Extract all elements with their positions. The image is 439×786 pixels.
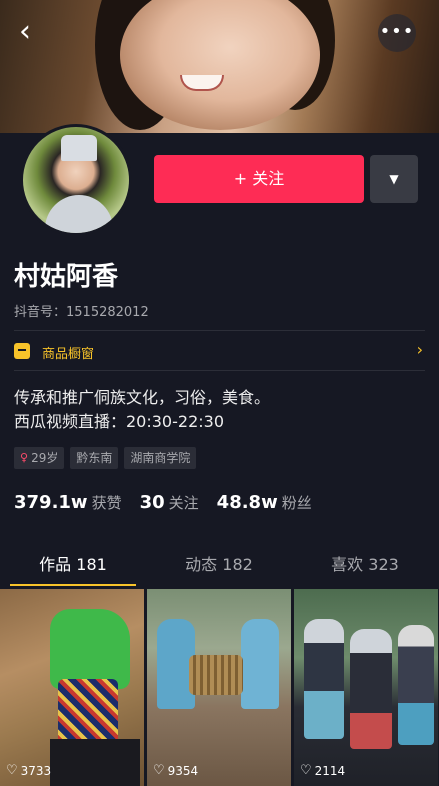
video-thumbnail[interactable]: ♡ 2114 <box>294 589 438 786</box>
school-tag: 湖南商学院 <box>124 447 197 469</box>
video-likes: ♡ 9354 <box>153 763 199 778</box>
shop-window-row[interactable]: 商品橱窗 › <box>14 335 425 367</box>
divider <box>14 330 425 331</box>
profile-cover-image <box>0 0 439 133</box>
location-tag: 黔东南 <box>70 447 119 469</box>
video-thumbnail[interactable]: ♡ 3733 <box>0 589 144 786</box>
back-icon[interactable]: ‹ <box>10 17 40 48</box>
bio-line: 传承和推广侗族文化，习俗，美食。 <box>14 388 271 407</box>
more-dots-icon[interactable]: ••• <box>378 14 416 52</box>
video-likes: ♡ 2114 <box>300 763 346 778</box>
tab-works[interactable]: 作品 181 <box>0 548 146 586</box>
shop-window-label: 商品橱窗 <box>42 347 95 362</box>
video-likes: ♡ 3733 <box>6 763 52 778</box>
chevron-right-icon: › <box>416 340 423 359</box>
follow-button[interactable]: + 关注 <box>154 155 364 203</box>
douyin-id: 抖音号：1515282012 <box>14 305 149 320</box>
tab-likes[interactable]: 喜欢 323 <box>292 548 438 586</box>
video-grid: ♡ 3733 ♡ 9354 ♡ 2114 <box>0 589 439 786</box>
profile-tags: ♀ 29岁 黔东南 湖南商学院 <box>14 447 197 469</box>
divider <box>14 370 425 371</box>
avatar[interactable] <box>20 124 132 236</box>
caret-down-icon[interactable]: ▼ <box>370 155 418 203</box>
profile-tabs: 作品 181 动态 182 喜欢 323 <box>0 548 439 586</box>
video-thumbnail[interactable]: ♡ 9354 <box>147 589 291 786</box>
shop-icon <box>14 343 30 359</box>
heart-icon: ♡ <box>300 763 312 778</box>
female-icon: ♀ <box>20 451 29 464</box>
profile-name: 村姑阿香 <box>14 262 119 292</box>
stat-likes[interactable]: 379.1w 获赞 <box>14 492 122 513</box>
age-tag: ♀ 29岁 <box>14 447 65 469</box>
stat-following[interactable]: 30 关注 <box>140 492 199 513</box>
stat-followers[interactable]: 48.8w 粉丝 <box>217 492 312 513</box>
bio-line: 西瓜视频直播：20:30-22:30 <box>14 412 224 431</box>
profile-stats: 379.1w 获赞 30 关注 48.8w 粉丝 <box>14 492 312 513</box>
tab-posts[interactable]: 动态 182 <box>146 548 292 586</box>
heart-icon: ♡ <box>153 763 165 778</box>
heart-icon: ♡ <box>6 763 18 778</box>
